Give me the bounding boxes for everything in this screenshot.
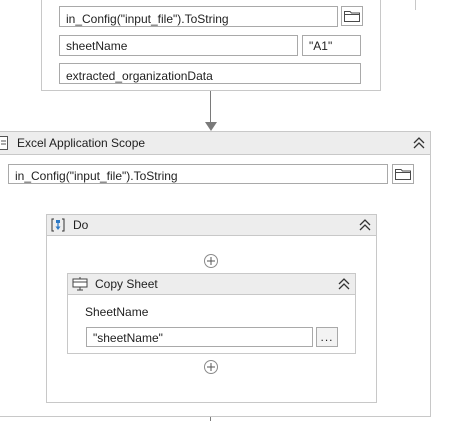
input-file-field[interactable]: in_Config("input_file").ToString xyxy=(59,6,338,27)
excel-application-scope-header[interactable]: Excel Application Scope xyxy=(0,131,431,155)
copy-sheet-icon xyxy=(72,277,88,291)
folder-icon xyxy=(395,169,411,180)
chevron-double-up-icon xyxy=(338,278,350,290)
copy-sheet-name-field[interactable]: "sheetName" xyxy=(86,327,313,347)
excel-scope-icon xyxy=(0,136,9,150)
do-sequence-title: Do xyxy=(73,218,89,232)
chevron-double-up-icon xyxy=(413,137,425,149)
expression-editor-button[interactable]: ... xyxy=(316,327,338,347)
workbook-path-field[interactable]: in_Config("input_file").ToString xyxy=(8,164,388,184)
excel-scope-title: Excel Application Scope xyxy=(17,136,146,150)
range-field[interactable]: "A1" xyxy=(302,35,361,56)
browse-workbook-button[interactable] xyxy=(392,164,414,184)
chevron-double-up-icon xyxy=(359,219,371,231)
sheet-name-field[interactable]: sheetName xyxy=(59,35,298,56)
browse-folder-button[interactable] xyxy=(341,6,363,26)
sequence-icon xyxy=(51,218,65,232)
add-activity-button-top[interactable] xyxy=(204,254,218,268)
add-activity-button-bottom[interactable] xyxy=(204,360,218,374)
collapse-copy-sheet-button[interactable] xyxy=(336,276,352,292)
do-sequence-header[interactable]: Do xyxy=(46,214,377,236)
copy-sheet-title: Copy Sheet xyxy=(95,277,158,291)
folder-icon xyxy=(344,11,360,22)
flow-connector xyxy=(210,91,211,124)
canvas-edge xyxy=(415,0,416,10)
flow-connector-bottom xyxy=(210,417,211,421)
sheet-name-label: SheetName xyxy=(85,305,149,319)
plus-circle-icon xyxy=(207,363,215,371)
flow-arrowhead xyxy=(205,122,217,131)
collapse-do-button[interactable] xyxy=(357,217,373,233)
plus-circle-icon xyxy=(207,257,215,265)
copy-sheet-header[interactable]: Copy Sheet xyxy=(67,273,356,295)
collapse-scope-button[interactable] xyxy=(411,135,427,151)
output-datatable-field[interactable]: extracted_organizationData xyxy=(59,63,361,84)
